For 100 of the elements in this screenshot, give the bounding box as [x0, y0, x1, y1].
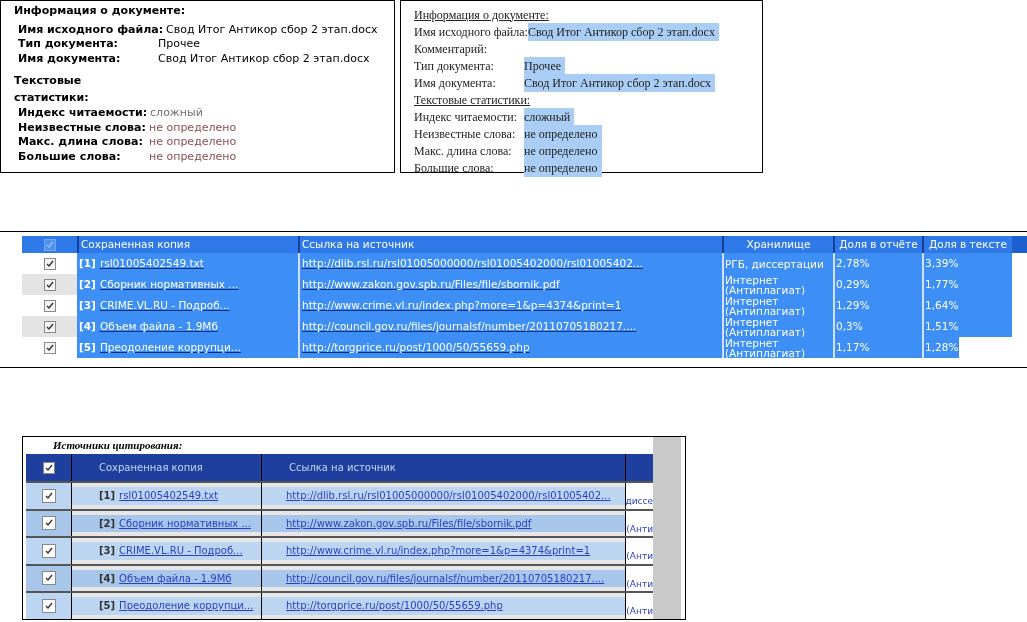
column-header[interactable]: Хранилище	[722, 236, 833, 253]
source-link[interactable]: http://www.zakon.gov.spb.ru/Files/file/sbornik.pdf	[302, 276, 560, 293]
checkbox[interactable]	[41, 543, 56, 558]
checkmark-icon	[45, 301, 54, 310]
field-value: Свод Итог Антикор сбор 2 этап.docx	[524, 73, 716, 92]
checkbox[interactable]	[41, 571, 56, 586]
column-header[interactable]: Ссылка на источник	[261, 454, 625, 481]
source-number: [1]	[79, 255, 96, 271]
checkmark-icon	[44, 574, 53, 583]
copy-link[interactable]: CRIME.VL.RU - Подроб...	[119, 543, 243, 559]
checkbox[interactable]	[43, 238, 56, 251]
table-cell-text: (Анти	[626, 550, 653, 563]
source-link[interactable]: http://dlib.rsl.ru/rsl01005000000/rsl01005402000/rsl01005402...	[302, 255, 643, 272]
source-number: [3]	[99, 544, 116, 559]
field-value: Свод Итог Антикор сбор 2 этап.docx	[166, 22, 378, 37]
table-cell: 1,17%	[833, 337, 922, 358]
column-header[interactable]: Сохраненная копия	[77, 236, 298, 253]
source-link[interactable]: http://council.gov.ru/files/journalsf/number/20110705180217....	[302, 318, 637, 335]
source-number: [1]	[99, 489, 116, 504]
field-label: Имя документа:	[18, 51, 122, 66]
checkbox[interactable]	[41, 488, 56, 503]
field-label: Имя исходного файла:	[414, 23, 528, 41]
field-label: Имя документа:	[414, 74, 497, 92]
table-cell: (Анти	[626, 522, 653, 536]
field-label: Имя исходного файла:	[18, 22, 164, 37]
source-number: [5]	[79, 339, 96, 355]
section-title: Источники цитирования:	[52, 437, 184, 453]
table-cell: 1,28%	[924, 337, 960, 358]
section-title: Информация о документе:	[414, 6, 549, 24]
field-value: не определено	[149, 135, 237, 150]
checkmark-icon	[45, 280, 54, 289]
copy-link[interactable]: rsl01005402549.txt	[119, 488, 219, 504]
field-label: Индекс читаемости:	[414, 108, 519, 126]
checkbox[interactable]	[41, 598, 56, 613]
copy-link[interactable]: rsl01005402549.txt	[99, 255, 204, 272]
checkmark-icon	[45, 240, 54, 249]
field-value: сложный	[150, 106, 203, 121]
source-number: [4]	[99, 571, 116, 586]
checkmark-icon	[44, 463, 53, 472]
scrollbar[interactable]	[653, 437, 681, 619]
column-header[interactable]: Сохраненная копия	[71, 454, 261, 481]
source-number: [4]	[79, 318, 96, 334]
section-title: Информация о документе:	[14, 4, 187, 19]
checkbox[interactable]	[43, 320, 56, 333]
copy-link[interactable]: CRIME.VL.RU - Подроб...	[99, 297, 230, 314]
checkmark-icon	[44, 546, 53, 555]
field-label: Тип документа:	[18, 37, 119, 52]
table-cell: (Анти	[626, 577, 653, 591]
source-number: [5]	[99, 599, 116, 614]
field-label: Неизвестные слова:	[18, 120, 146, 135]
field-value: Свод Итог Антикор сбор 2 этап.docx	[527, 22, 719, 41]
copy-link[interactable]: Сборник нормативных ...	[99, 276, 239, 293]
source-number: [3]	[79, 297, 96, 313]
table-cell: РГБ, диссертации	[722, 253, 833, 274]
source-number: [2]	[99, 516, 116, 531]
checkmark-icon	[45, 343, 54, 352]
table-cell-text: (Анти	[626, 605, 653, 618]
field-label: Большие слова:	[414, 159, 495, 177]
field-label: Комментарий:	[414, 40, 488, 58]
checkbox[interactable]	[43, 299, 56, 312]
section-title: Текстовые статистики:	[414, 91, 531, 109]
checkbox[interactable]	[43, 278, 56, 291]
field-value: Свод Итог Антикор сбор 2 этап.docx	[158, 51, 370, 66]
column-header[interactable]: Доля в отчёте	[833, 236, 922, 253]
field-label: Большие слова:	[18, 149, 122, 164]
checkbox[interactable]	[43, 257, 56, 270]
field-value: Прочее	[524, 56, 566, 75]
field-value: Прочее	[158, 37, 201, 52]
table-cell: Интернет (Антиплагиат)	[722, 295, 833, 316]
checkmark-icon	[44, 601, 53, 610]
source-link[interactable]: http://torgprice.ru/post/1000/50/55659.php	[302, 339, 530, 356]
field-value: сложный	[524, 107, 575, 126]
copy-link[interactable]: Объем файла - 1.9Мб	[99, 318, 218, 335]
copy-link[interactable]: Объем файла - 1.9Мб	[119, 570, 232, 586]
table-cell: Интернет (Антиплагиат)	[722, 274, 833, 295]
checkmark-icon	[44, 491, 53, 500]
copy-link[interactable]: Преодоление коррупци...	[119, 598, 254, 614]
table-cell-text: диссе	[626, 495, 653, 508]
checkbox[interactable]	[41, 516, 56, 531]
checkmark-icon	[45, 322, 54, 331]
source-link[interactable]: http://www.crime.vl.ru/index.php?more=1&p=4374&print=1	[302, 297, 622, 314]
table-cell: 0,3%	[833, 316, 922, 337]
field-label: Макс. длина слова:	[18, 135, 144, 150]
checkbox[interactable]	[42, 461, 55, 474]
checkmark-icon	[45, 259, 54, 268]
copy-link[interactable]: Сборник нормативных ...	[119, 515, 251, 531]
column-header[interactable]: Ссылка на источник	[298, 236, 722, 253]
source-number: [2]	[79, 276, 96, 292]
field-value: не определено	[149, 120, 237, 135]
table-cell: Интернет (Антиплагиат)	[722, 316, 833, 337]
section-title: Текстовые статистики:	[14, 73, 90, 106]
field-label: Тип документа:	[414, 57, 495, 75]
copy-link[interactable]: Преодоление коррупци...	[99, 339, 241, 356]
table-cell: 1,29%	[833, 295, 922, 316]
field-value: не определено	[524, 124, 602, 143]
checkbox[interactable]	[43, 341, 56, 354]
table-cell: 0,29%	[833, 274, 922, 295]
table-cell: 2,78%	[833, 253, 922, 274]
column-header[interactable]: Доля в тексте	[922, 236, 1012, 253]
field-label: Неизвестные слова:	[414, 125, 517, 143]
